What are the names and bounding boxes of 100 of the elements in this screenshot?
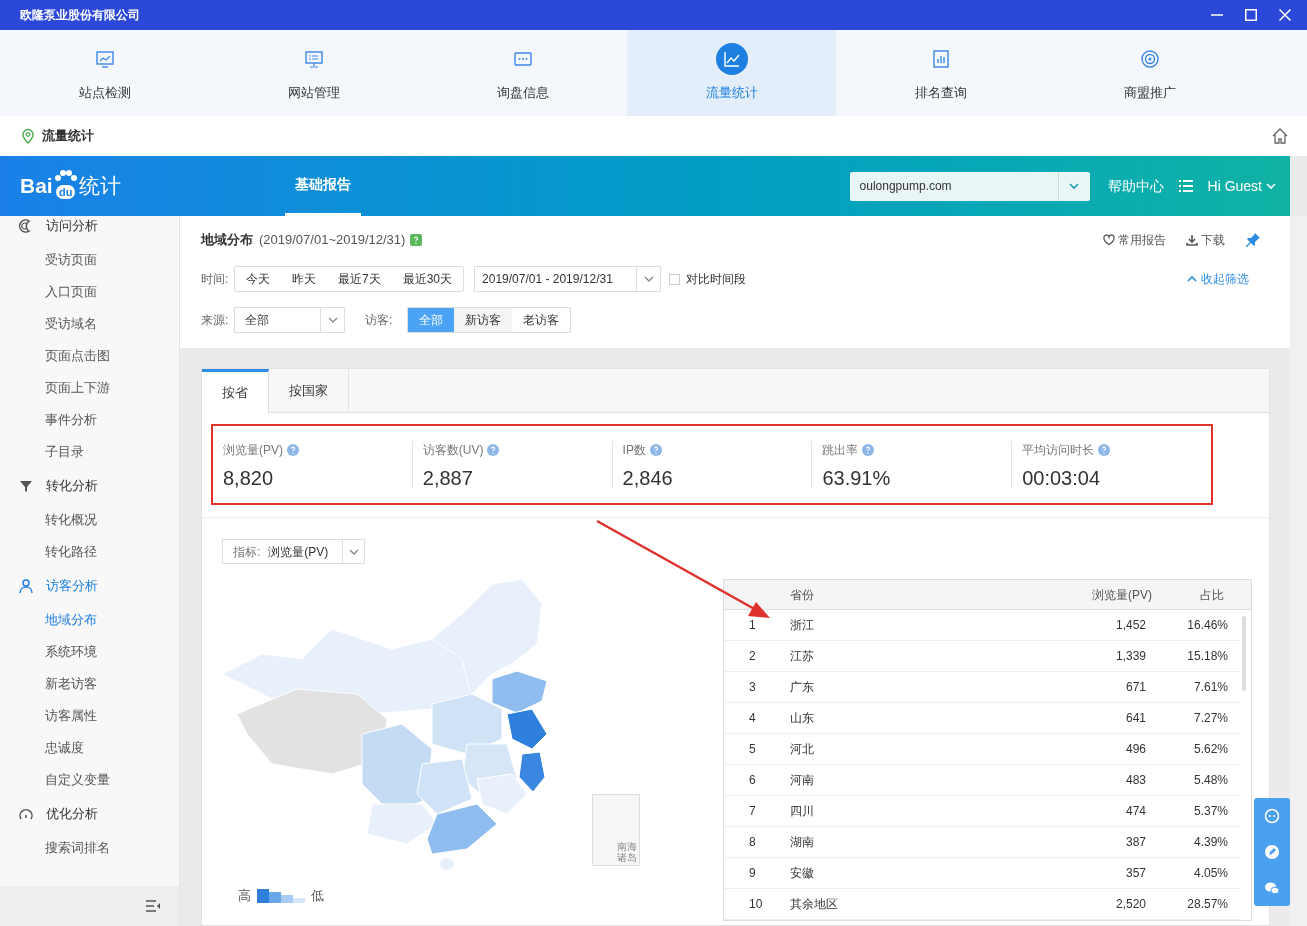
region-tab[interactable]: 按省 [202, 369, 269, 414]
feedback-icon [1264, 808, 1280, 824]
pv-cell-text: 1,452 [1114, 617, 1146, 634]
chevron-down-icon [1068, 180, 1081, 192]
province-cell-text: 四川 [790, 803, 815, 820]
collapse-filter-link[interactable]: 收起筛选 [1187, 270, 1249, 288]
logo-text: Bai [20, 173, 53, 200]
rank-cell-text: 1 [748, 617, 757, 634]
compare-checkbox[interactable] [669, 273, 681, 285]
pv-cell-text: 2,520 [1114, 896, 1146, 913]
metric-label: 访客数(UV) [422, 441, 484, 459]
province-cell-text: 河南 [790, 772, 815, 789]
share-cell-text: 15.18% [1186, 648, 1228, 665]
compare-label: 对比时间段 [686, 271, 747, 288]
sidebar-item[interactable]: 系统环境 [45, 642, 97, 662]
nav-tab[interactable]: 排名查询 [836, 30, 1045, 116]
nav-tab[interactable]: 商盟推广 [1045, 30, 1254, 116]
sidebar-group[interactable]: 访问分析 [46, 216, 98, 236]
inset-label: 南海诸岛 [617, 841, 637, 863]
report-action-button[interactable]: 下载 [1186, 231, 1225, 249]
sidebar-item[interactable]: 搜索词排名 [45, 838, 110, 858]
nav-tab[interactable]: 站点检测 [0, 30, 209, 116]
sidebar-item[interactable]: 转化概况 [45, 510, 97, 530]
sidebar-item[interactable]: 新老访客 [45, 674, 97, 694]
pv-cell-text: 474 [1124, 803, 1146, 820]
help-icon [649, 443, 662, 456]
sidebar-group[interactable]: 优化分析 [46, 804, 98, 824]
pencil-button[interactable] [1264, 844, 1280, 860]
visitor-filter-button[interactable]: 新访客 [454, 308, 512, 332]
maximize-button[interactable] [1243, 7, 1259, 23]
sidebar-item[interactable]: 页面上下游 [45, 378, 110, 398]
sidebar-item[interactable]: 页面点击图 [45, 346, 110, 366]
date-range-field[interactable]: 2019/07/01 - 2019/12/31 [474, 266, 662, 292]
share-cell-text: 16.46% [1186, 617, 1228, 634]
visitor-label: 访客: [365, 312, 394, 329]
time-range-button[interactable]: 最近7天 [327, 267, 392, 291]
chevron-down-icon [327, 315, 338, 325]
metric-value: 63.91% [822, 466, 892, 489]
date-range-text: (2019/07/01~2019/12/31) [259, 231, 406, 250]
sidebar-item[interactable]: 受访页面 [45, 250, 97, 270]
region-tab[interactable]: 按国家 [269, 369, 349, 412]
close-icon [1279, 9, 1291, 21]
sidebar-item[interactable]: 忠诚度 [45, 738, 84, 758]
nav-tab[interactable]: 网站管理 [209, 30, 418, 116]
time-range-button[interactable]: 昨天 [281, 267, 327, 291]
rank-cell-text: 4 [748, 710, 757, 727]
legend-low-label: 低 [311, 887, 324, 905]
province-cell-text: 其余地区 [790, 896, 839, 913]
time-range-button[interactable]: 最近30天 [391, 267, 464, 291]
pv-cell-text: 357 [1124, 865, 1146, 882]
sidebar-item[interactable]: 自定义变量 [45, 770, 110, 790]
collapse-sidebar-button[interactable] [145, 899, 161, 913]
metric-value: 2,887 [422, 466, 474, 489]
metric-value: 8,820 [223, 466, 275, 489]
sidebar-item[interactable]: 受访域名 [45, 314, 97, 334]
pv-cell-text: 496 [1124, 741, 1146, 758]
province-cell-text: 江苏 [790, 648, 815, 665]
pv-cell-text: 671 [1124, 679, 1146, 696]
menu-button[interactable] [1177, 178, 1194, 194]
menu-icon [1177, 178, 1194, 194]
indicator-select[interactable]: 指标: 浏览量(PV) [222, 539, 365, 564]
rank-cell-text: 7 [748, 803, 757, 820]
home-button[interactable] [1271, 127, 1289, 145]
help-icon [287, 443, 299, 456]
share-cell-text: 7.27% [1192, 710, 1228, 727]
province-cell-text: 河北 [790, 741, 815, 758]
pv-cell-text: 641 [1124, 710, 1146, 727]
sidebar-item[interactable]: 事件分析 [45, 410, 97, 430]
metric-value: 00:03:04 [1022, 466, 1102, 489]
nav-tab[interactable]: 流量统计 [627, 30, 836, 116]
chat-bubbles-icon [1264, 880, 1280, 896]
collapse-menu-icon [145, 899, 161, 913]
source-label: 来源: [201, 312, 230, 329]
close-button[interactable] [1277, 7, 1293, 23]
sidebar-item[interactable]: 转化路径 [45, 542, 97, 562]
help-icon [1098, 443, 1111, 456]
sidebar-item[interactable]: 入口页面 [45, 282, 97, 302]
pin-button[interactable] [1245, 232, 1261, 248]
report-action-button[interactable]: 常用报告 [1103, 231, 1166, 249]
pencil-icon [1264, 844, 1280, 860]
chevron-down-icon [1266, 181, 1276, 191]
site-select[interactable]: oulongpump.com [849, 171, 1090, 201]
location-pin-icon [20, 128, 36, 144]
sidebar-group[interactable]: 转化分析 [46, 476, 98, 496]
sidebar-item[interactable]: 子目录 [45, 442, 84, 462]
pv-cell-text: 387 [1124, 834, 1146, 851]
breadcrumb-title: 流量统计 [42, 127, 94, 146]
sidebar-item[interactable]: 访客属性 [45, 706, 97, 726]
sidebar-item[interactable]: 地域分布 [45, 610, 97, 630]
source-select[interactable]: 全部 [234, 307, 345, 333]
chat-bubbles-button[interactable] [1264, 880, 1280, 896]
feedback-button[interactable] [1264, 808, 1280, 824]
nav-tab[interactable]: 询盘信息 [418, 30, 627, 116]
window-title: 欧隆泵业股份有限公司 [20, 7, 140, 24]
sidebar-group[interactable]: 访客分析 [46, 576, 98, 596]
color-scale-legend [257, 888, 305, 903]
province-cell-text: 安徽 [790, 865, 815, 882]
rank-cell-text: 2 [748, 648, 757, 665]
time-range-button[interactable]: 今天 [235, 267, 281, 291]
province-cell-text: 山东 [790, 710, 815, 727]
